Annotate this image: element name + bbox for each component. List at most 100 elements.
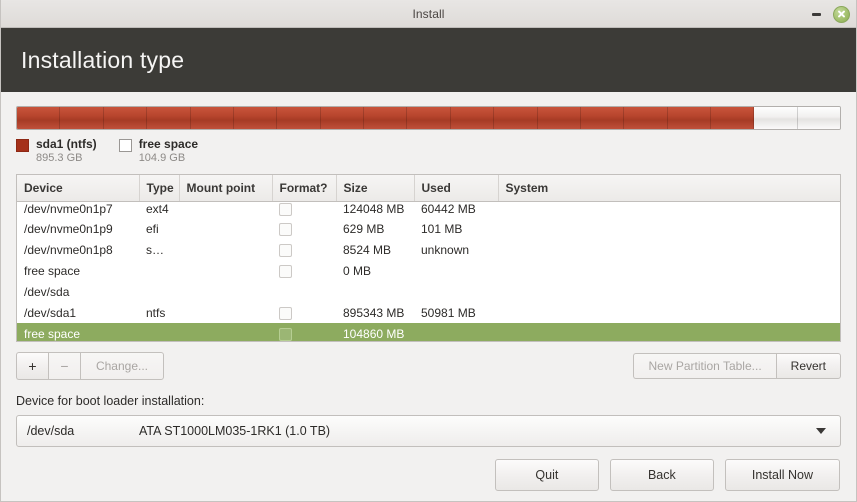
cell-format — [272, 218, 336, 239]
new-partition-table-button[interactable]: New Partition Table... — [633, 352, 776, 379]
legend-text: sda1 (ntfs) 895.3 GB — [36, 137, 97, 166]
cell-system — [498, 302, 840, 323]
cell-size: 8524 MB — [343, 242, 392, 257]
cell-type — [139, 281, 179, 302]
add-partition-button[interactable]: + — [16, 351, 48, 380]
footer-actions: Quit Back Install Now — [1, 449, 856, 501]
cell-type — [139, 323, 179, 341]
cell-type: ntfs — [146, 305, 166, 320]
legend-swatch-icon — [118, 139, 132, 152]
cell-format — [272, 260, 336, 281]
page-header: Installation type — [1, 28, 856, 92]
cell-system — [498, 239, 840, 260]
format-checkbox[interactable] — [279, 327, 292, 341]
partition-table-body: /dev/nvme0n1p7 ext4 124048 MB 60442 MB/dev/… — [17, 201, 840, 341]
cell-used: 101 MB — [421, 221, 463, 236]
window-title: Install — [412, 6, 445, 21]
table-row[interactable]: /dev/sda1 ntfs 895343 MB 50981 MB — [17, 302, 840, 323]
change-partition-button[interactable]: Change... — [80, 351, 164, 380]
partition-table-container[interactable]: Device Type Mount point Format? Size Use… — [16, 173, 841, 342]
format-checkbox[interactable] — [279, 264, 292, 278]
back-button[interactable]: Back — [609, 458, 714, 492]
remove-partition-button[interactable]: − — [48, 351, 80, 380]
format-checkbox[interactable] — [279, 306, 292, 320]
cell-device: /dev/sda — [24, 284, 70, 299]
quit-button[interactable]: Quit — [494, 458, 599, 492]
usage-segment-sda1[interactable] — [17, 107, 754, 129]
cell-mount-point — [179, 302, 272, 323]
cell-used: 50981 MB — [421, 305, 476, 320]
close-button[interactable] — [833, 5, 850, 23]
column-header-used[interactable]: Used — [414, 174, 499, 202]
legend-item-name: free space — [138, 137, 199, 151]
column-header-device[interactable]: Device — [17, 174, 140, 202]
bootloader-label: Device for boot loader installation: — [16, 393, 205, 408]
cell-size: 629 MB — [343, 221, 385, 236]
partition-edit-buttons: + − Change... — [16, 351, 164, 380]
legend-item: sda1 (ntfs) 895.3 GB — [16, 137, 97, 166]
cell-type: ext4 — [146, 202, 169, 217]
cell-format — [272, 239, 336, 260]
cell-format — [272, 302, 336, 323]
partition-table-header: Device Type Mount point Format? Size Use… — [17, 174, 840, 202]
partition-toolbar: + − Change... New Partition Table... Rev… — [16, 351, 841, 380]
legend-item-size: 895.3 GB — [36, 152, 83, 164]
cell-used: unknown — [421, 242, 470, 257]
table-header-row: Device Type Mount point Format? Size Use… — [17, 174, 840, 202]
table-row[interactable]: free space 104860 MB — [17, 323, 840, 341]
cell-device: /dev/nvme0n1p7 — [24, 202, 113, 217]
cell-device: /dev/nvme0n1p8 — [24, 242, 113, 257]
disk-usage-bar[interactable] — [16, 106, 841, 130]
column-header-mount-point[interactable]: Mount point — [179, 174, 273, 202]
cell-used — [414, 281, 498, 302]
revert-button[interactable]: Revert — [775, 352, 841, 379]
cell-device: /dev/nvme0n1p9 — [24, 221, 113, 236]
legend-item-name: sda1 (ntfs) — [36, 137, 97, 151]
window-controls — [808, 0, 850, 28]
install-window: Install Installation type sda1 (ntfs) 895… — [0, 0, 857, 502]
cell-mount-point — [179, 218, 272, 239]
cell-type — [139, 260, 179, 281]
column-header-type[interactable]: Type — [139, 174, 180, 202]
disk-usage-legend: sda1 (ntfs) 895.3 GB free space 104.9 GB — [16, 137, 841, 166]
cell-size: 895343 MB — [343, 305, 405, 320]
format-checkbox[interactable] — [279, 222, 292, 236]
cell-used: 60442 MB — [421, 202, 476, 217]
cell-size — [336, 281, 414, 302]
table-row[interactable]: /dev/nvme0n1p9 efi 629 MB 101 MB — [17, 218, 840, 239]
table-row[interactable]: /dev/nvme0n1p8 swap 8524 MB unknown — [17, 239, 840, 260]
minimize-button[interactable] — [808, 6, 824, 22]
column-header-size[interactable]: Size — [336, 174, 415, 202]
format-checkbox[interactable] — [279, 243, 292, 257]
cell-device: free space — [24, 263, 81, 278]
format-checkbox[interactable] — [279, 203, 292, 217]
column-header-system[interactable]: System — [498, 174, 840, 202]
legend-text: free space 104.9 GB — [139, 137, 198, 166]
usage-segment-free-space[interactable] — [753, 107, 840, 129]
cell-used — [414, 260, 498, 281]
minimize-icon — [811, 12, 821, 16]
cell-system — [498, 201, 840, 218]
cell-mount-point — [179, 281, 272, 302]
cell-size: 104860 MB — [336, 323, 414, 341]
cell-device: free space — [17, 323, 139, 341]
partition-table-buttons: New Partition Table... Revert — [633, 352, 841, 379]
table-row[interactable]: /dev/sda — [17, 281, 840, 302]
cell-system — [498, 323, 840, 341]
cell-format — [272, 201, 336, 218]
bootloader-device-description: ATA ST1000LM035-1RK1 (1.0 TB) — [139, 423, 331, 438]
cell-type: swap — [146, 242, 175, 257]
cell-mount-point — [179, 239, 272, 260]
cell-mount-point — [179, 201, 272, 218]
table-row[interactable]: free space 0 MB — [17, 260, 840, 281]
table-row[interactable]: /dev/nvme0n1p7 ext4 124048 MB 60442 MB — [17, 201, 840, 218]
legend-swatch-icon — [16, 139, 29, 152]
cell-size: 0 MB — [343, 263, 372, 278]
bootloader-device-select[interactable]: /dev/sda ATA ST1000LM035-1RK1 (1.0 TB) — [16, 414, 841, 447]
cell-system — [498, 281, 840, 302]
legend-item-size: 104.9 GB — [138, 152, 186, 164]
column-header-format[interactable]: Format? — [272, 174, 337, 202]
title-bar: Install — [1, 0, 856, 28]
cell-device: /dev/sda1 — [24, 305, 77, 320]
install-now-button[interactable]: Install Now — [724, 458, 840, 492]
